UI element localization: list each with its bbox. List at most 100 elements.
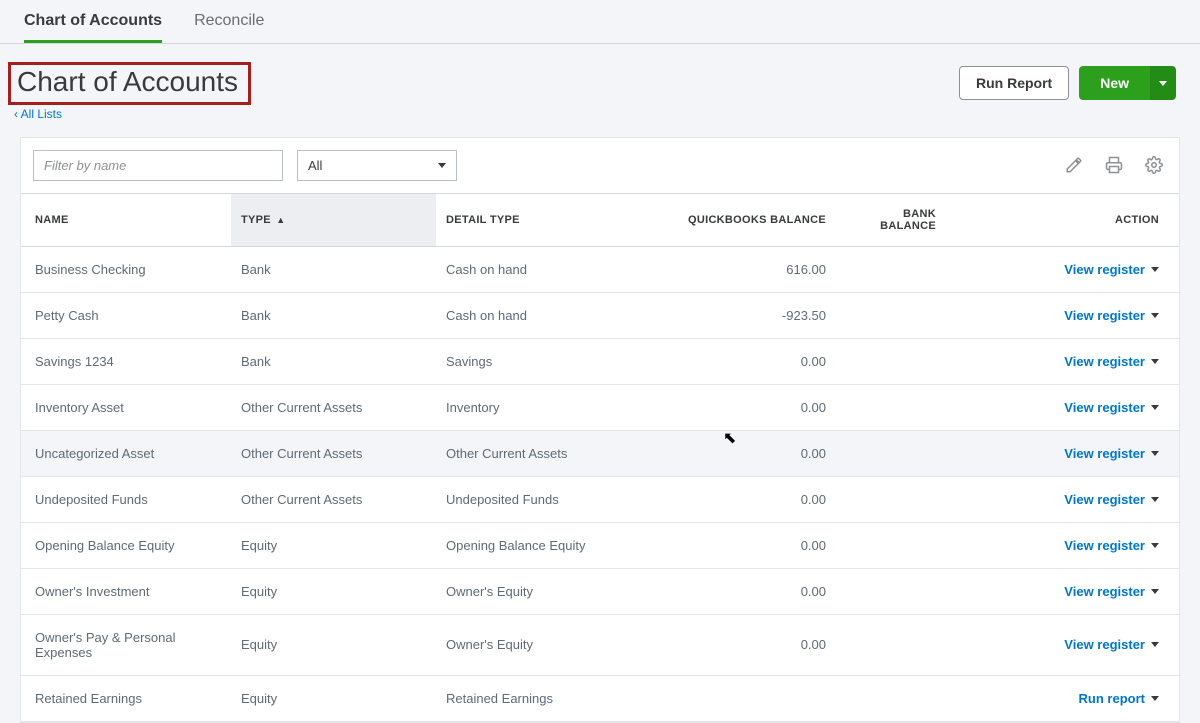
cell-action: View register [946, 568, 1179, 614]
col-header-detail[interactable]: DETAIL TYPE [436, 193, 636, 246]
cell-qb-balance: 0.00 [636, 430, 836, 476]
caret-down-icon [1151, 267, 1159, 272]
cell-action: View register [946, 338, 1179, 384]
col-header-bank-balance[interactable]: BANK BALANCE [836, 193, 946, 246]
row-action-link[interactable]: View register [1064, 637, 1159, 652]
scope-select-value: All [308, 158, 322, 173]
row-action-link[interactable]: View register [1064, 354, 1159, 369]
cell-type: Other Current Assets [231, 384, 436, 430]
cell-name: Opening Balance Equity [21, 522, 231, 568]
table-row: Business CheckingBankCash on hand616.00V… [21, 246, 1179, 292]
cell-detail: Owner's Equity [436, 568, 636, 614]
cell-bank-balance [836, 522, 946, 568]
cell-qb-balance: 616.00 [636, 246, 836, 292]
col-header-qb-balance[interactable]: QUICKBOOKS BALANCE [636, 193, 836, 246]
cell-type: Bank [231, 246, 436, 292]
caret-down-icon [1151, 359, 1159, 364]
sort-asc-icon: ▲ [276, 215, 285, 225]
table-row: Undeposited FundsOther Current AssetsUnd… [21, 476, 1179, 522]
cell-type: Other Current Assets [231, 476, 436, 522]
cell-type: Equity [231, 614, 436, 675]
row-action-link[interactable]: View register [1064, 308, 1159, 323]
back-link-label: All Lists [21, 107, 62, 121]
cell-name: Owner's Investment [21, 568, 231, 614]
tab-reconcile[interactable]: Reconcile [194, 12, 264, 43]
table-row: Retained EarningsEquityRetained Earnings… [21, 675, 1179, 721]
scope-select[interactable]: All [297, 150, 457, 181]
cell-qb-balance: -923.50 [636, 292, 836, 338]
cell-name: Petty Cash [21, 292, 231, 338]
cell-qb-balance: 0.00 [636, 476, 836, 522]
cell-name: Savings 1234 [21, 338, 231, 384]
cell-type: Equity [231, 568, 436, 614]
table-row: Savings 1234BankSavings0.00 View register [21, 338, 1179, 384]
cell-qb-balance: 0.00 [636, 384, 836, 430]
cell-action: View register [946, 522, 1179, 568]
row-action-link[interactable]: View register [1064, 400, 1159, 415]
cell-action: View register [946, 246, 1179, 292]
cell-bank-balance [836, 338, 946, 384]
caret-down-icon [438, 163, 446, 168]
table-row: Owner's InvestmentEquityOwner's Equity0.… [21, 568, 1179, 614]
cell-action: View register [946, 614, 1179, 675]
back-link-all-lists[interactable]: ‹ All Lists [14, 107, 959, 121]
row-action-link[interactable]: View register [1064, 584, 1159, 599]
col-header-action[interactable]: ACTION [946, 193, 1179, 246]
cell-qb-balance: 0.00 [636, 568, 836, 614]
caret-down-icon [1151, 497, 1159, 502]
cell-type: Bank [231, 292, 436, 338]
caret-down-icon [1151, 642, 1159, 647]
accounts-table: NAME TYPE ▲ DETAIL TYPE QUICKBOOKS BALAN… [21, 193, 1179, 722]
tabs-bar: Chart of Accounts Reconcile [0, 0, 1200, 44]
print-icon[interactable] [1101, 152, 1127, 178]
caret-down-icon [1151, 543, 1159, 548]
cell-bank-balance [836, 246, 946, 292]
cell-type: Bank [231, 338, 436, 384]
caret-down-icon [1151, 589, 1159, 594]
row-action-link[interactable]: View register [1064, 538, 1159, 553]
caret-down-icon [1159, 81, 1167, 86]
cell-detail: Savings [436, 338, 636, 384]
cell-qb-balance: 0.00 [636, 522, 836, 568]
cell-type: Equity [231, 522, 436, 568]
cell-detail: Cash on hand [436, 292, 636, 338]
col-header-type[interactable]: TYPE ▲ [231, 193, 436, 246]
table-row: Petty CashBankCash on hand-923.50 View re… [21, 292, 1179, 338]
table-row: Opening Balance EquityEquityOpening Bala… [21, 522, 1179, 568]
row-action-link[interactable]: View register [1064, 446, 1159, 461]
cell-name: Undeposited Funds [21, 476, 231, 522]
row-action-link[interactable]: Run report [1079, 691, 1159, 706]
caret-down-icon [1151, 313, 1159, 318]
page-header: Chart of Accounts ‹ All Lists Run Report… [0, 44, 1200, 121]
cell-type: Other Current Assets [231, 430, 436, 476]
cell-action: View register [946, 292, 1179, 338]
cell-bank-balance [836, 430, 946, 476]
cell-bank-balance [836, 675, 946, 721]
cell-detail: Opening Balance Equity [436, 522, 636, 568]
cell-bank-balance [836, 476, 946, 522]
col-header-name[interactable]: NAME [21, 193, 231, 246]
edit-icon[interactable] [1061, 152, 1087, 178]
new-button-dropdown[interactable] [1150, 66, 1176, 100]
run-report-button[interactable]: Run Report [959, 66, 1069, 100]
cell-qb-balance: 0.00 [636, 338, 836, 384]
filter-by-name-input[interactable] [33, 150, 283, 181]
chevron-left-icon: ‹ [14, 107, 18, 121]
tab-chart-of-accounts[interactable]: Chart of Accounts [24, 12, 162, 43]
cell-bank-balance [836, 292, 946, 338]
gear-icon[interactable] [1141, 152, 1167, 178]
cell-bank-balance [836, 568, 946, 614]
new-button[interactable]: New [1079, 66, 1150, 100]
cell-bank-balance [836, 614, 946, 675]
accounts-panel: All NAME TYPE ▲ DETAIL TYPE QUICKBOOKS B… [20, 137, 1180, 723]
table-row: Inventory AssetOther Current AssetsInven… [21, 384, 1179, 430]
cell-action: Run report [946, 675, 1179, 721]
cell-type: Equity [231, 675, 436, 721]
cell-detail: Undeposited Funds [436, 476, 636, 522]
cell-action: View register [946, 384, 1179, 430]
row-action-link[interactable]: View register [1064, 492, 1159, 507]
row-action-link[interactable]: View register [1064, 262, 1159, 277]
cell-name: Retained Earnings [21, 675, 231, 721]
cell-detail: Owner's Equity [436, 614, 636, 675]
page-title: Chart of Accounts [8, 62, 251, 105]
